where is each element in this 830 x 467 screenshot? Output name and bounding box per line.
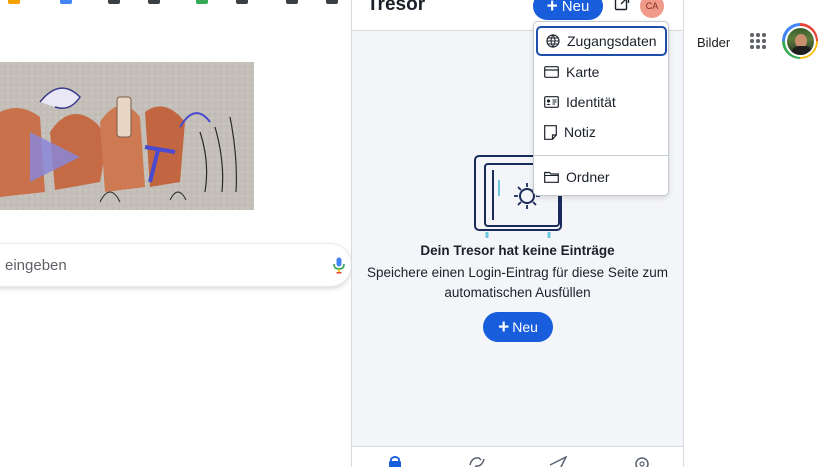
menu-item-folder[interactable]: Ordner (534, 162, 668, 192)
menu-item-card[interactable]: Karte (534, 57, 668, 87)
send-tab-icon[interactable] (549, 455, 568, 467)
google-top-nav: l Bilder (681, 22, 830, 62)
generator-tab-icon[interactable] (468, 455, 486, 467)
empty-state-title: Dein Tresor hat keine Einträge (420, 243, 615, 258)
avatar-photo (786, 27, 814, 55)
toolbar-icon[interactable] (8, 0, 20, 4)
search-placeholder: eingeben (5, 256, 67, 274)
microphone-icon[interactable] (333, 257, 345, 279)
new-button-label: Neu (561, 0, 590, 15)
toolbar-icon[interactable] (326, 0, 338, 4)
card-icon (544, 66, 559, 78)
user-avatar[interactable]: CA (640, 0, 664, 18)
account-avatar[interactable] (782, 23, 818, 59)
menu-divider (534, 155, 668, 156)
new-button-label: Neu (512, 319, 538, 335)
id-card-icon (544, 96, 559, 108)
toolbar-icon[interactable] (148, 0, 160, 4)
new-item-button[interactable]: + Neu (533, 0, 603, 20)
doodle-image (0, 62, 254, 210)
browser-toolbar-icons (0, 0, 352, 6)
toolbar-icon[interactable] (60, 0, 72, 4)
apps-grid-icon[interactable] (750, 33, 766, 49)
menu-item-label: Zugangsdaten (567, 33, 657, 49)
note-icon (544, 124, 557, 140)
empty-new-item-button[interactable]: + Neu (483, 312, 553, 342)
page-title: Tresor (367, 0, 426, 15)
toolbar-icon[interactable] (108, 0, 120, 4)
popout-icon[interactable] (614, 0, 630, 16)
empty-desc-line: automatischen Ausfüllen (444, 285, 591, 300)
menu-item-label: Ordner (566, 169, 610, 185)
images-link[interactable]: Bilder (697, 35, 730, 50)
empty-state-description: Speichere einen Login-Eintrag für diese … (352, 263, 683, 303)
menu-item-label: Karte (566, 64, 600, 80)
settings-tab-icon[interactable] (633, 455, 651, 467)
menu-item-label: Identität (566, 94, 616, 110)
bottom-navigation (352, 446, 683, 467)
plus-icon: + (498, 316, 510, 338)
google-doodle[interactable] (0, 62, 254, 210)
empty-desc-line: Speichere einen Login-Eintrag für diese … (367, 265, 668, 280)
menu-item-identity[interactable]: Identität (534, 87, 668, 117)
vault-tab-icon[interactable] (387, 455, 403, 467)
plus-icon: + (546, 0, 558, 17)
folder-icon (544, 171, 559, 183)
search-box[interactable]: eingeben (0, 243, 352, 287)
menu-item-label: Notiz (564, 124, 596, 140)
menu-item-login[interactable]: Zugangsdaten (536, 26, 667, 56)
toolbar-icon[interactable] (236, 0, 248, 4)
globe-icon (546, 34, 560, 48)
toolbar-icon[interactable] (196, 0, 208, 4)
toolbar-icon[interactable] (286, 0, 298, 4)
menu-item-note[interactable]: Notiz (534, 117, 668, 147)
new-item-menu: Zugangsdaten Karte Identität Notiz Ordne… (533, 21, 669, 196)
